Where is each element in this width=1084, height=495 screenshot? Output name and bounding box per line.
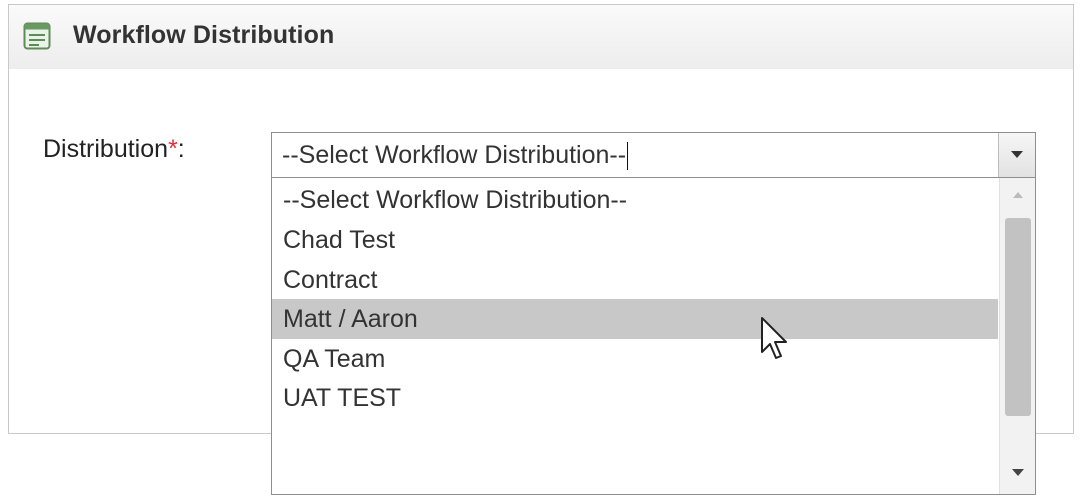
- dropdown-list[interactable]: --Select Workflow Distribution-- Chad Te…: [271, 177, 1036, 495]
- dropdown-toggle-button[interactable]: [998, 133, 1035, 177]
- dropdown-option[interactable]: --Select Workflow Distribution--: [272, 180, 998, 220]
- chevron-down-icon: [1011, 151, 1023, 158]
- workflow-distribution-panel: Workflow Distribution Distribution*: --S…: [8, 4, 1074, 495]
- dropdown-option[interactable]: Contract: [272, 260, 998, 300]
- scroll-up-icon[interactable]: [1013, 192, 1023, 198]
- panel-header: Workflow Distribution: [9, 5, 1073, 70]
- distribution-label: Distribution*:: [43, 135, 185, 164]
- text-caret: [627, 142, 629, 171]
- distribution-select[interactable]: --Select Workflow Distribution--: [271, 132, 1036, 178]
- panel-title: Workflow Distribution: [73, 21, 335, 49]
- dropdown-option-highlighted[interactable]: Matt / Aaron: [272, 299, 998, 339]
- scrollbar-thumb[interactable]: [1005, 218, 1031, 416]
- required-marker: *: [168, 135, 178, 163]
- dropdown-option[interactable]: UAT TEST: [272, 378, 998, 418]
- panel-body: Distribution*: --Select Workflow Distrib…: [9, 69, 1073, 495]
- select-value-text: --Select Workflow Distribution--: [282, 141, 627, 169]
- distribution-label-text: Distribution: [43, 135, 169, 163]
- label-suffix: :: [177, 135, 185, 163]
- scroll-down-icon[interactable]: [1012, 469, 1024, 476]
- dropdown-option[interactable]: QA Team: [272, 339, 998, 379]
- dropdown-option[interactable]: Chad Test: [272, 220, 998, 260]
- dropdown-scrollbar[interactable]: [999, 178, 1035, 494]
- mouse-pointer-icon: [761, 317, 787, 359]
- select-current-value[interactable]: --Select Workflow Distribution--: [282, 141, 629, 171]
- form-list-icon: [23, 22, 51, 50]
